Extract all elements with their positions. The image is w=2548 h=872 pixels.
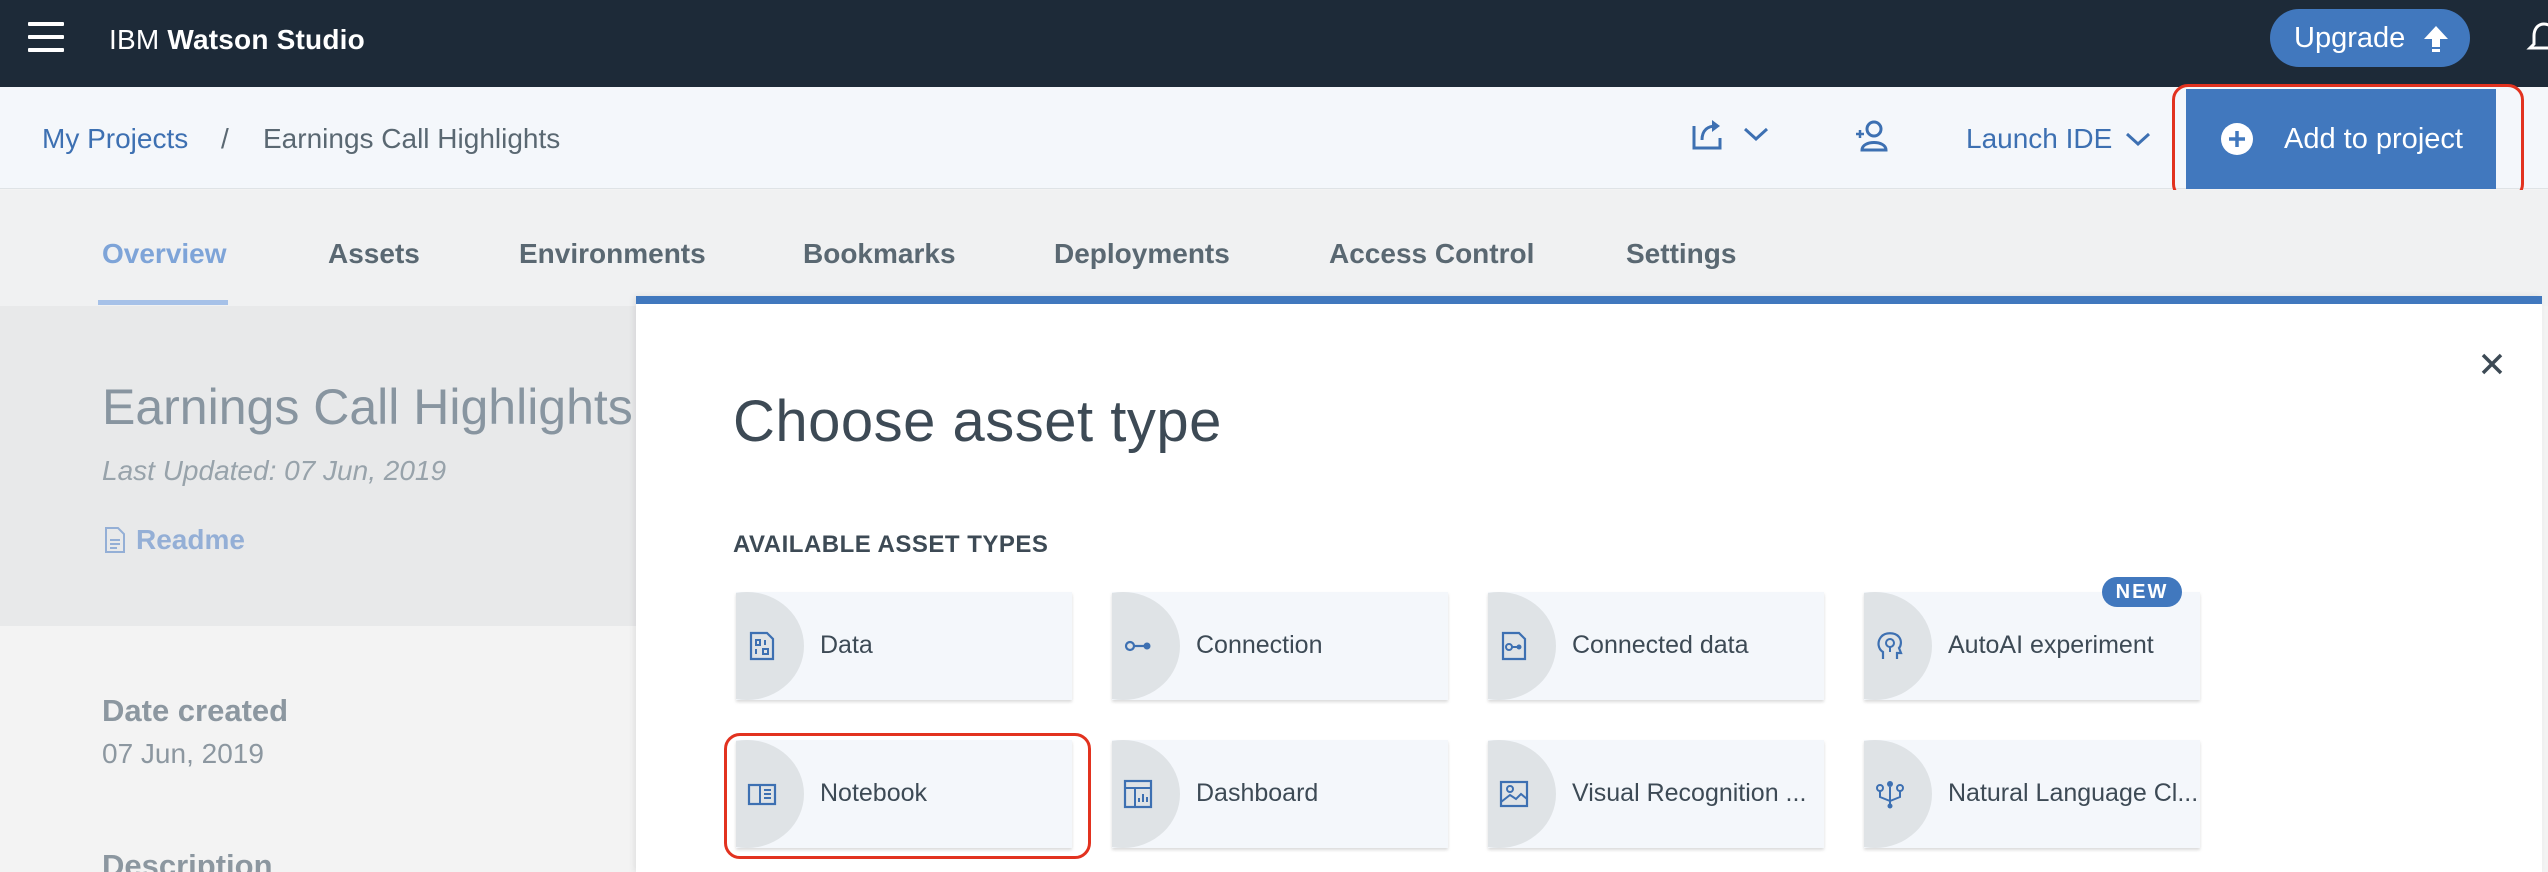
document-icon	[105, 527, 125, 553]
project-title: Earnings Call Highlights	[102, 379, 633, 435]
add-to-project-button[interactable]: Add to project	[2186, 89, 2496, 189]
upgrade-label: Upgrade	[2294, 21, 2406, 54]
asset-card-autoai-experiment[interactable]: AutoAI experiment	[1864, 592, 2200, 700]
add-circle-icon	[2221, 123, 2253, 155]
asset-card-label: AutoAI experiment	[1948, 631, 2154, 659]
close-icon[interactable]	[2478, 350, 2506, 378]
natural-language-icon	[1876, 781, 1904, 809]
available-asset-types-label: AVAILABLE ASSET TYPES	[733, 531, 1049, 558]
last-updated: Last Updated: 07 Jun, 2019	[102, 455, 447, 486]
brand-prefix: IBM	[109, 24, 160, 55]
launch-ide-menu[interactable]: Launch IDE	[1966, 123, 2152, 155]
date-created-value: 07 Jun, 2019	[102, 738, 264, 769]
asset-card-notebook[interactable]: Notebook	[736, 740, 1072, 848]
tab-overview[interactable]: Overview	[102, 238, 227, 270]
readme-label: Readme	[136, 524, 245, 555]
data-icon	[749, 631, 775, 661]
hamburger-menu-icon[interactable]	[28, 22, 64, 54]
asset-card-label: Visual Recognition ...	[1572, 779, 1807, 807]
asset-card-label: Dashboard	[1196, 779, 1319, 807]
tab-bookmarks[interactable]: Bookmarks	[803, 238, 956, 270]
description-label: Description	[102, 848, 273, 872]
tab-assets[interactable]: Assets	[328, 238, 420, 270]
active-tab-indicator	[98, 300, 228, 305]
date-created-label: Date created	[102, 693, 289, 728]
new-badge: NEW	[2102, 577, 2182, 607]
app-brand[interactable]: IBM Watson Studio	[109, 24, 365, 56]
add-collaborator-icon[interactable]	[1852, 118, 1888, 154]
breadcrumb-my-projects[interactable]: My Projects	[42, 123, 188, 155]
connected-data-icon	[1501, 631, 1527, 661]
asset-card-label: Connected data	[1572, 631, 1749, 659]
upgrade-arrow-icon	[2424, 26, 2449, 52]
top-header: IBM Watson Studio Upgrade	[0, 0, 2548, 87]
breadcrumb-current: Earnings Call Highlights	[263, 123, 561, 154]
breadcrumb-bar: My Projects / Earnings Call Highlights L…	[0, 87, 2548, 189]
asset-card-label: Notebook	[820, 779, 928, 807]
export-menu[interactable]	[1690, 116, 1770, 152]
tab-environments[interactable]: Environments	[519, 238, 706, 270]
asset-card-label: Data	[820, 631, 873, 659]
project-details	[0, 626, 640, 872]
readme-link[interactable]: Readme	[104, 524, 245, 556]
connection-icon	[1124, 640, 1151, 652]
add-to-project-label: Add to project	[2284, 122, 2463, 155]
dashboard-icon	[1123, 779, 1153, 809]
notification-bell-icon[interactable]	[2524, 18, 2548, 58]
asset-card-data[interactable]: Data	[736, 592, 1072, 700]
asset-card-natural-language-classifier[interactable]: Natural Language Cl...	[1864, 740, 2200, 848]
asset-card-label: Natural Language Cl...	[1948, 779, 2199, 807]
project-tabs: Overview Assets Environments Bookmarks D…	[0, 190, 2548, 306]
tab-settings[interactable]: Settings	[1626, 238, 1736, 270]
notebook-icon	[747, 783, 777, 806]
breadcrumb-separator: /	[221, 123, 229, 154]
export-icon	[1692, 120, 1722, 150]
brand-name: Watson Studio	[167, 24, 365, 55]
launch-ide-label: Launch IDE	[1966, 123, 2113, 154]
asset-card-connected-data[interactable]: Connected data	[1488, 592, 1824, 700]
modal-title: Choose asset type	[733, 389, 1222, 454]
asset-card-visual-recognition[interactable]: Visual Recognition ...	[1488, 740, 1824, 848]
visual-recognition-icon	[1499, 780, 1529, 808]
autoai-icon	[1877, 632, 1903, 659]
tab-access-control[interactable]: Access Control	[1329, 238, 1534, 270]
tab-deployments[interactable]: Deployments	[1054, 238, 1230, 270]
chevron-down-icon	[2126, 132, 2151, 147]
upgrade-button[interactable]: Upgrade	[2270, 9, 2470, 67]
chevron-down-icon	[1743, 127, 1769, 142]
asset-card-dashboard[interactable]: Dashboard	[1112, 740, 1448, 848]
asset-card-label: Connection	[1196, 631, 1323, 659]
asset-card-connection[interactable]: Connection	[1112, 592, 1448, 700]
